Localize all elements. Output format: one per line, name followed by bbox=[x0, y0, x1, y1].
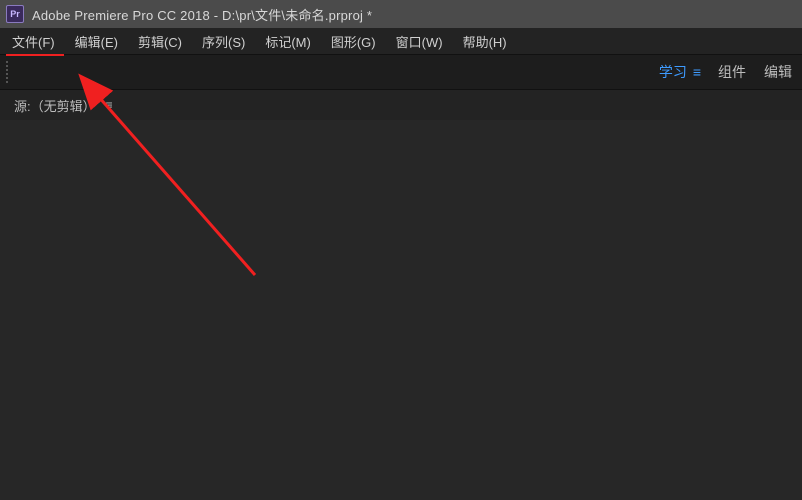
app-icon: Pr bbox=[6, 5, 24, 23]
workspace-tabs-bar: 学习 ≡ 组件 编辑 bbox=[0, 54, 802, 90]
workspace-tab-assembly[interactable]: 组件 bbox=[718, 62, 746, 82]
workspace-tab-edit[interactable]: 编辑 bbox=[764, 62, 792, 82]
hamburger-icon[interactable]: ≡ bbox=[693, 65, 700, 79]
menu-clip[interactable]: 剪辑(C) bbox=[130, 30, 190, 53]
hamburger-icon[interactable]: ≡ bbox=[106, 98, 113, 112]
menu-help[interactable]: 帮助(H) bbox=[455, 30, 515, 53]
workspace-tab-label: 编辑 bbox=[764, 62, 792, 82]
menu-window[interactable]: 窗口(W) bbox=[388, 30, 451, 53]
titlebar: Pr Adobe Premiere Pro CC 2018 - D:\pr\文件… bbox=[0, 0, 802, 28]
workspace-tab-learn[interactable]: 学习 ≡ bbox=[659, 62, 700, 82]
workspace-tab-label: 组件 bbox=[718, 62, 746, 82]
source-panel-title: 源:（无剪辑） bbox=[14, 96, 96, 115]
menu-marker[interactable]: 标记(M) bbox=[257, 30, 319, 53]
panel-grip-icon[interactable] bbox=[6, 61, 8, 83]
source-panel-header[interactable]: 源:（无剪辑） ≡ bbox=[0, 90, 802, 120]
menu-edit[interactable]: 编辑(E) bbox=[67, 30, 126, 53]
menu-graphics[interactable]: 图形(G) bbox=[323, 30, 384, 53]
source-panel-body bbox=[0, 120, 802, 500]
menubar: 文件(F) 编辑(E) 剪辑(C) 序列(S) 标记(M) 图形(G) 窗口(W… bbox=[0, 28, 802, 54]
window-title: Adobe Premiere Pro CC 2018 - D:\pr\文件\未命… bbox=[32, 5, 372, 24]
menu-sequence[interactable]: 序列(S) bbox=[194, 30, 253, 53]
menu-file[interactable]: 文件(F) bbox=[4, 30, 63, 53]
workspace-tab-label: 学习 bbox=[659, 62, 687, 82]
